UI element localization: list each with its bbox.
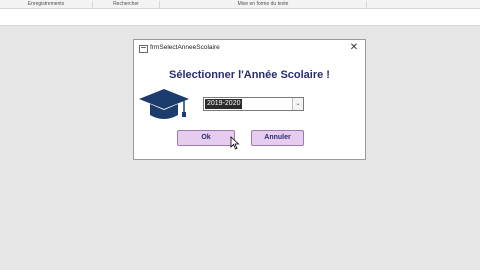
cancel-button[interactable]: Annuler bbox=[251, 130, 304, 146]
selected-school-year: 2019-2020 bbox=[205, 99, 243, 109]
divider bbox=[0, 25, 480, 26]
ok-button[interactable]: Ok bbox=[177, 130, 235, 146]
ribbon-group-rechercher: Rechercher bbox=[93, 1, 160, 8]
ribbon-group-enregistrements: Enregistrements bbox=[0, 1, 93, 8]
mouse-pointer-icon bbox=[230, 136, 240, 150]
ribbon-group-mise-en-forme: Mise en forme du texte bbox=[160, 1, 367, 8]
form-icon bbox=[139, 45, 148, 53]
close-button[interactable]: ✕ bbox=[348, 42, 360, 54]
select-school-year-dialog: frmSelectAnneeScolaire ✕ Sélectionner l'… bbox=[133, 39, 366, 160]
document-tab-area bbox=[0, 9, 480, 25]
ribbon-group-labels: Enregistrements Rechercher Mise en forme… bbox=[0, 0, 480, 9]
graduation-cap-icon bbox=[139, 89, 189, 119]
dialog-title: frmSelectAnneeScolaire bbox=[150, 44, 220, 51]
school-year-select[interactable]: 2019-2020 ⌄ bbox=[203, 97, 304, 111]
chevron-down-icon[interactable]: ⌄ bbox=[292, 98, 303, 110]
dialog-titlebar: frmSelectAnneeScolaire ✕ bbox=[134, 40, 365, 57]
dialog-heading: Sélectionner l'Année Scolaire ! bbox=[169, 69, 330, 81]
